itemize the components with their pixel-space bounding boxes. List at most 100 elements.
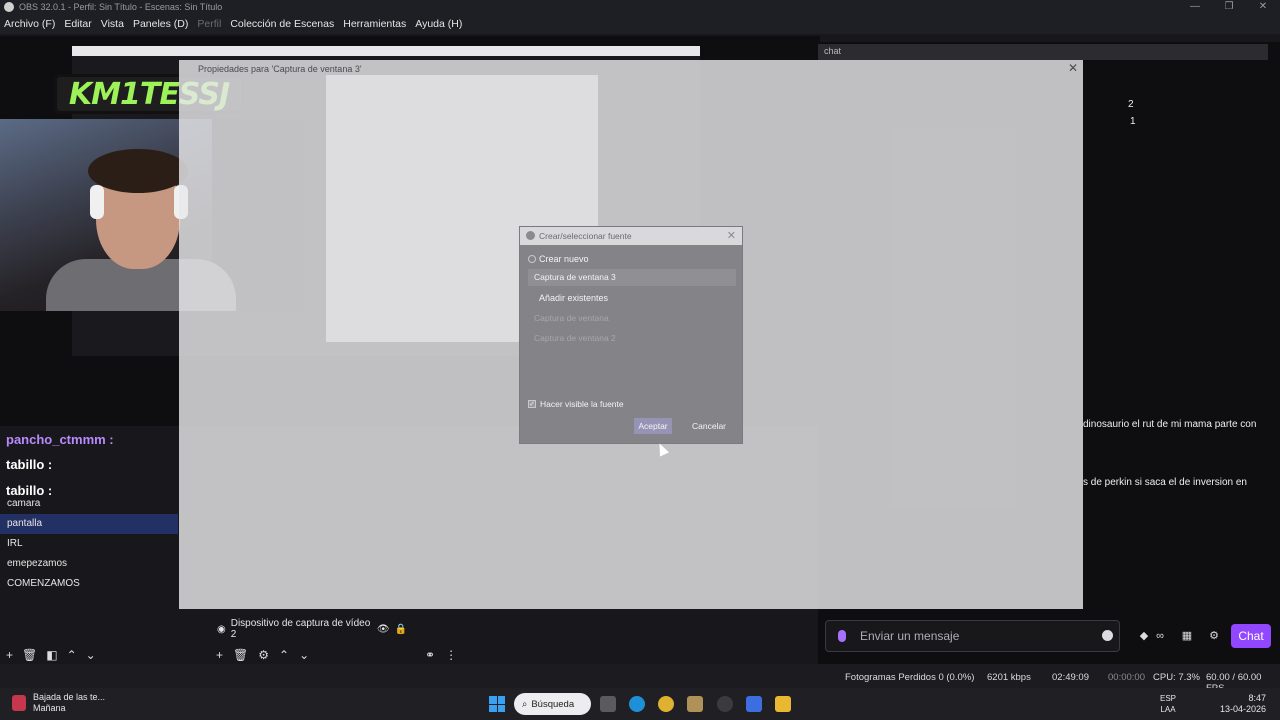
move-down-icon[interactable]: ⌄ xyxy=(299,648,309,662)
language-top: ESP xyxy=(1160,694,1177,703)
menu-editar[interactable]: Editar xyxy=(64,18,91,30)
source-toolbar: + 🗑 ⚙ ⌃ ⌄ xyxy=(216,648,309,662)
properties-dialog-title: Propiedades para 'Captura de ventana 3' xyxy=(198,64,362,74)
properties-close-button[interactable]: ✕ xyxy=(1068,61,1078,75)
scene-item-emepezamos[interactable]: emepezamos xyxy=(0,554,178,574)
dialog-close-button[interactable]: ✕ xyxy=(727,229,736,242)
menu-archivo[interactable]: Archivo (F) xyxy=(4,18,55,30)
stream-time: 02:49:09 xyxy=(1052,672,1089,683)
system-clock[interactable]: 8:47 13-04-2026 xyxy=(1220,693,1266,715)
radio-icon xyxy=(528,294,536,302)
file-explorer-icon[interactable] xyxy=(775,696,791,712)
overlay-chat-name: pancho_ctmmm : xyxy=(6,432,114,447)
clock-time: 8:47 xyxy=(1248,693,1266,703)
taskbar-search[interactable]: ⌕ Búsqueda xyxy=(514,693,591,715)
move-down-icon[interactable]: ⌄ xyxy=(86,648,96,662)
dialog-title: Crear/seleccionar fuente xyxy=(539,231,632,241)
news-widget[interactable]: Bajada de las te... Mañana xyxy=(33,692,105,714)
menu-perfil[interactable]: Perfil xyxy=(197,18,221,30)
trash-icon[interactable]: 🗑 xyxy=(233,648,248,662)
league-icon[interactable] xyxy=(687,696,703,712)
move-up-icon[interactable]: ⌃ xyxy=(67,648,77,662)
status-bar: Fotogramas Perdidos 0 (0.0%) 6201 kbps 0… xyxy=(0,668,1280,694)
minimize-button[interactable]: — xyxy=(1178,0,1212,14)
source-item[interactable]: ◉ Dispositivo de captura de vídeo 2 👁 🔒 xyxy=(217,618,407,640)
radio-create-new[interactable]: Crear nuevo xyxy=(528,254,589,264)
record-time: 00:00:00 xyxy=(1108,672,1145,683)
maximize-button[interactable]: ❐ xyxy=(1212,0,1246,14)
menu-herramientas[interactable]: Herramientas xyxy=(343,18,406,30)
chat-message-input[interactable]: Enviar un mensaje xyxy=(825,620,1120,652)
gear-icon[interactable]: ⚙ xyxy=(1208,630,1220,642)
visible-source-label: Hacer visible la fuente xyxy=(540,399,624,409)
mixer-toolbar: ⚭ ⋮ xyxy=(425,648,457,662)
scene-item-camara[interactable]: camara xyxy=(0,494,178,514)
scene-toolbar: + 🗑 ◧ ⌃ ⌄ xyxy=(6,648,96,662)
more-icon[interactable]: ⋮ xyxy=(445,648,457,662)
language-indicator[interactable]: ESP LAA xyxy=(1160,693,1176,715)
filter-icon[interactable]: ◧ xyxy=(46,648,57,662)
infinity-icon[interactable]: ∞ xyxy=(1154,630,1166,642)
chat-panel-header: chat xyxy=(818,44,1268,60)
add-icon[interactable]: + xyxy=(6,648,13,662)
existing-source-item[interactable]: Captura de ventana 2 xyxy=(534,333,616,343)
bits-icon[interactable]: ◆ xyxy=(1138,630,1150,642)
camera-icon: ◉ xyxy=(217,623,226,635)
radio-add-existing-label: Añadir existentes xyxy=(539,293,609,303)
chat-send-button[interactable]: Chat xyxy=(1231,624,1271,648)
menu-paneles[interactable]: Paneles (D) xyxy=(133,18,188,30)
chat-count-2: 1 xyxy=(1130,116,1136,127)
news-title: Bajada de las te... xyxy=(33,692,106,702)
scene-item-pantalla[interactable]: pantalla xyxy=(0,514,178,534)
cpu-usage: CPU: 7.3% xyxy=(1153,672,1200,683)
lock-icon[interactable]: 🔒 xyxy=(395,624,407,635)
radio-add-existing[interactable]: Añadir existentes xyxy=(528,293,608,303)
menu-coleccion-escenas[interactable]: Colección de Escenas xyxy=(230,18,334,30)
radio-icon xyxy=(528,255,536,263)
accept-button[interactable]: Aceptar xyxy=(634,418,672,434)
create-source-dialog: Crear/seleccionar fuente ✕ Crear nuevo C… xyxy=(519,226,743,444)
chat-message: s de perkin si saca el de inversion en xyxy=(1083,477,1247,488)
menu-ayuda[interactable]: Ayuda (H) xyxy=(415,18,462,30)
edge-icon[interactable] xyxy=(629,696,645,712)
overlay-chat-name: tabillo : xyxy=(6,457,53,472)
checkmark-icon: ✓ xyxy=(528,400,536,408)
existing-source-item[interactable]: Captura de ventana xyxy=(534,313,609,323)
scene-item-irl[interactable]: IRL xyxy=(0,534,178,554)
scenes-panel: camara pantalla IRL emepezamos COMENZAMO… xyxy=(0,498,178,648)
close-button[interactable]: ✕ xyxy=(1246,0,1280,14)
search-label: Búsqueda xyxy=(531,698,575,710)
menu-vista[interactable]: Vista xyxy=(101,18,124,30)
microphone-icon[interactable] xyxy=(838,630,846,642)
chrome-icon[interactable] xyxy=(658,696,674,712)
source-item-label: Dispositivo de captura de vídeo 2 xyxy=(230,618,371,640)
news-icon[interactable] xyxy=(12,695,26,711)
obs-app-icon xyxy=(4,2,14,12)
headset-icon xyxy=(90,185,104,219)
visible-source-checkbox[interactable]: ✓ Hacer visible la fuente xyxy=(528,399,624,409)
app-icon[interactable] xyxy=(746,696,762,712)
obs-icon[interactable] xyxy=(717,696,733,712)
gear-icon[interactable]: ⚙ xyxy=(258,648,269,662)
emoji-icon[interactable] xyxy=(1102,630,1113,641)
clock-date: 13-04-2026 xyxy=(1219,704,1266,714)
trash-icon[interactable]: 🗑 xyxy=(22,648,37,662)
eye-icon[interactable]: 👁 xyxy=(377,624,390,635)
news-subtitle: Mañana xyxy=(33,703,66,713)
menu-bar: Archivo (F) Editar Vista Paneles (D) Per… xyxy=(0,14,1280,34)
obs-app-icon xyxy=(526,231,535,240)
windows-taskbar: Bajada de las te... Mañana ⌕ Búsqueda ES… xyxy=(0,688,1280,720)
link-icon[interactable]: ⚭ xyxy=(425,648,435,662)
radio-create-new-label: Crear nuevo xyxy=(539,254,589,264)
search-icon: ⌕ xyxy=(522,698,528,710)
add-icon[interactable]: + xyxy=(216,648,223,662)
scene-item-comenzamos[interactable]: COMENZAMOS xyxy=(0,574,178,594)
task-view-icon[interactable] xyxy=(600,696,616,712)
move-up-icon[interactable]: ⌃ xyxy=(279,648,289,662)
nested-preview-titlebar xyxy=(72,46,700,56)
windows-start-icon[interactable] xyxy=(489,696,505,712)
cancel-button[interactable]: Cancelar xyxy=(688,418,730,434)
chat-count-1: 2 xyxy=(1128,99,1134,110)
store-icon[interactable]: ▦ xyxy=(1181,630,1193,642)
source-name-input[interactable]: Captura de ventana 3 xyxy=(528,269,736,286)
